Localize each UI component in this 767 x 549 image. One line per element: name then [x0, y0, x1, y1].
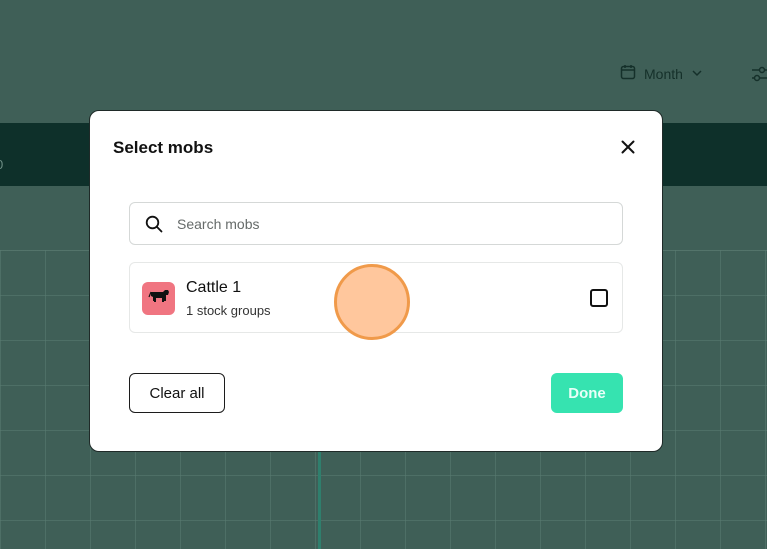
- close-icon: [621, 140, 635, 159]
- period-label: Month: [644, 65, 683, 82]
- calendar-icon: [620, 64, 636, 83]
- search-icon: [143, 213, 165, 235]
- mob-checkbox[interactable]: [590, 289, 608, 307]
- filter-sliders-icon[interactable]: [750, 64, 767, 84]
- dialog-title: Select mobs: [113, 138, 214, 157]
- chevron-down-icon: [691, 66, 703, 82]
- close-button[interactable]: [616, 137, 640, 161]
- mob-list-item[interactable]: Cattle 1 1 stock groups: [129, 262, 623, 333]
- cow-icon: [147, 288, 170, 309]
- select-mobs-dialog: Select mobs Search mobs Cattle 1 1 stock…: [89, 110, 663, 452]
- search-field[interactable]: [129, 202, 623, 245]
- done-button[interactable]: Done: [551, 373, 623, 413]
- band-edge-text: 0: [0, 157, 3, 172]
- mob-avatar: [142, 282, 175, 315]
- today-marker: [318, 452, 321, 549]
- mob-name: Cattle 1: [186, 279, 242, 296]
- mob-stock-groups: 1 stock groups: [186, 303, 271, 318]
- clear-all-button[interactable]: Clear all: [129, 373, 225, 413]
- search-input[interactable]: [175, 214, 609, 233]
- period-selector[interactable]: Month: [620, 64, 703, 83]
